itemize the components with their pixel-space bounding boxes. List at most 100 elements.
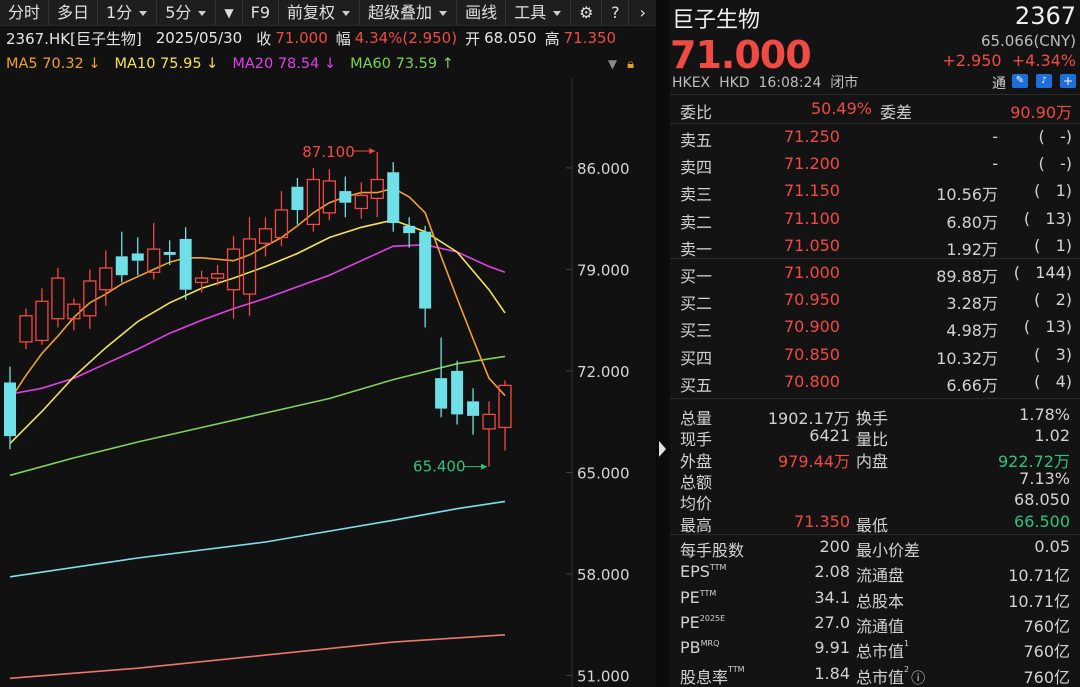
fundamental-value: 200	[819, 537, 850, 556]
tab-intraday[interactable]: 分时	[0, 0, 50, 26]
panel-splitter[interactable]	[656, 0, 670, 687]
ask-level-label: 卖四	[680, 158, 713, 178]
change-value: 4.34%(2.950)	[354, 29, 458, 47]
close-value: 71.000	[275, 29, 328, 47]
help-icon[interactable]: ?	[602, 0, 630, 26]
stat-value-2: 7.13%	[1019, 468, 1070, 488]
fundamental-value-2: 10.71亿	[1008, 566, 1070, 586]
y-tick-label: 79.000	[577, 261, 630, 279]
stat-row: 总量 1902.17万 换手 1.78%	[670, 405, 1080, 428]
fundamental-value-2: 760亿	[1023, 616, 1070, 636]
fundamental-value: 34.1	[814, 587, 850, 607]
bid-level-label: 买三	[680, 321, 713, 341]
low-annotation-label: 65.400	[413, 458, 466, 476]
chevron-right-icon[interactable]: ›	[629, 0, 656, 26]
bid-level-label: 买五	[680, 375, 713, 395]
tab-multiday[interactable]: 多日	[49, 0, 99, 26]
ask-level-row[interactable]: 卖一 71.050 1.92万 ( 1)	[670, 236, 1080, 260]
order-diff-value: 90.90万	[1010, 103, 1072, 122]
period-dropdown-button[interactable]: ▼	[216, 0, 243, 26]
chart-panel: 分时 多日 1分 5分 ▼ F9 前复权 超级叠加 画线 工具 ⚙ ? › 23…	[0, 0, 656, 687]
fundamental-row: EPSTTM 2.08 流通盘 10.71亿	[670, 562, 1080, 586]
ask-level-volume: 10.56万	[936, 185, 998, 205]
y-tick-label: 72.000	[577, 363, 630, 381]
fundamental-label-2: 流通值	[856, 616, 905, 636]
edit-icon[interactable]: ✎	[1012, 74, 1028, 88]
bid-level-label: 买一	[680, 267, 713, 286]
stat-label: 最高	[680, 515, 713, 535]
lock-icon[interactable]: 🔒︎	[627, 57, 634, 72]
candlestick-chart[interactable]: 86.000 79.000 72.000 65.000 58.000 51.000 87.1…	[0, 78, 656, 687]
fundamental-value-2: 760亿	[1023, 667, 1070, 687]
ask-level-row[interactable]: 卖五 71.250 - ( -)	[670, 127, 1080, 151]
ask-level-row[interactable]: 卖四 71.200 - ( -)	[670, 154, 1080, 178]
candle-body	[451, 370, 464, 415]
close-label: 收	[256, 29, 272, 48]
bid-level-row[interactable]: 买一 71.000 89.88万 ( 144)	[670, 263, 1080, 287]
ask-level-row[interactable]: 卖二 71.100 6.80万 ( 13)	[670, 209, 1080, 233]
fundamental-label-2: 总市值2ⓘ	[856, 664, 926, 687]
candle-body	[419, 231, 432, 309]
candle-body	[179, 238, 192, 290]
y-tick-label: 51.000	[577, 667, 630, 685]
legend-collapse-icon[interactable]: ▼	[608, 57, 617, 71]
high-annotation-label: 87.100	[302, 143, 355, 161]
ask-level-volume: -	[992, 127, 998, 146]
ask-level-volume: -	[992, 154, 998, 174]
collapse-arrow-icon[interactable]	[656, 0, 670, 687]
fundamental-label: PBMRQ	[680, 638, 720, 658]
tools-dropdown[interactable]: 工具	[506, 0, 572, 26]
y-tick-label: 65.000	[577, 464, 630, 482]
tab-5min[interactable]: 5分	[157, 0, 217, 26]
bid-level-row[interactable]: 买二 70.950 3.28万 ( 2)	[670, 290, 1080, 314]
bid-level-volume: 3.28万	[946, 294, 998, 314]
f9-button[interactable]: F9	[243, 0, 280, 26]
fundamental-label-2: 总股本	[856, 591, 905, 611]
bid-level-price: 71.000	[784, 263, 840, 282]
add-watchlist-icon[interactable]: +	[1060, 74, 1076, 88]
tab-1min[interactable]: 1分	[98, 0, 158, 26]
stat-value-2: 1.78%	[1019, 405, 1070, 424]
fundamental-value-2: 0.05	[1034, 537, 1070, 556]
bid-level-row[interactable]: 买三 70.900 4.98万 ( 13)	[670, 317, 1080, 341]
fundamental-label-2: 总市值1	[856, 639, 910, 662]
fundamental-label: PE2025E	[680, 612, 726, 632]
stat-value-2: 68.050	[1014, 490, 1070, 510]
code-name: 2367.HK[巨子生物]	[6, 29, 142, 48]
ask-level-row[interactable]: 卖三 71.150 10.56万 ( 1)	[670, 181, 1080, 205]
ask-level-count: ( 1)	[1034, 235, 1072, 255]
stock-name: 巨子生物	[672, 8, 761, 33]
fundamental-label-2: 流通盘	[856, 566, 905, 586]
bid-level-count: ( 3)	[1034, 344, 1072, 364]
info-icon[interactable]: ⓘ	[911, 671, 925, 687]
bid-level-row[interactable]: 买四 70.850 10.32万 ( 3)	[670, 345, 1080, 369]
bar-date: 2025/05/30	[155, 29, 243, 47]
candle-body	[163, 252, 176, 255]
last-price: 71.000	[670, 33, 812, 77]
fundamental-row: 股息率TTM 1.84 总市值2ⓘ 760亿	[670, 664, 1080, 687]
bid-level-count: ( 2)	[1034, 290, 1072, 310]
high-label: 高	[544, 29, 560, 48]
candle-body	[4, 382, 16, 437]
candle-body	[115, 256, 128, 276]
label-superscript: TTM	[728, 664, 745, 674]
overlay-dropdown[interactable]: 超级叠加	[360, 0, 458, 26]
divider	[670, 398, 1080, 399]
stat-value-2: 1.02	[1034, 426, 1070, 446]
quote-info-bar: 2367.HK[巨子生物] 2025/05/30 收 71.000 幅 4.34…	[0, 26, 656, 50]
high-value: 71.350	[563, 29, 617, 47]
fundamental-label: PETTM	[680, 587, 717, 607]
chart-background	[0, 78, 656, 687]
bid-level-count: ( 144)	[1013, 263, 1072, 282]
order-ratio-row: 委比 50.49% 委差 90.90万	[670, 99, 1080, 122]
fundamental-row: PE2025E 27.0 流通值 760亿	[670, 613, 1080, 637]
divider	[670, 534, 1080, 535]
label-superscript: MRQ	[700, 639, 720, 649]
adjust-dropdown[interactable]: 前复权	[279, 0, 361, 26]
bid-level-price: 70.950	[784, 290, 840, 310]
bell-icon[interactable]: ♪	[1036, 74, 1052, 88]
bid-level-row[interactable]: 买五 70.800 6.66万 ( 4)	[670, 372, 1080, 396]
stat-row: 最高 71.350 最低 66.500	[670, 512, 1080, 535]
gear-icon[interactable]: ⚙	[571, 0, 603, 26]
draw-line-button[interactable]: 画线	[457, 0, 507, 26]
